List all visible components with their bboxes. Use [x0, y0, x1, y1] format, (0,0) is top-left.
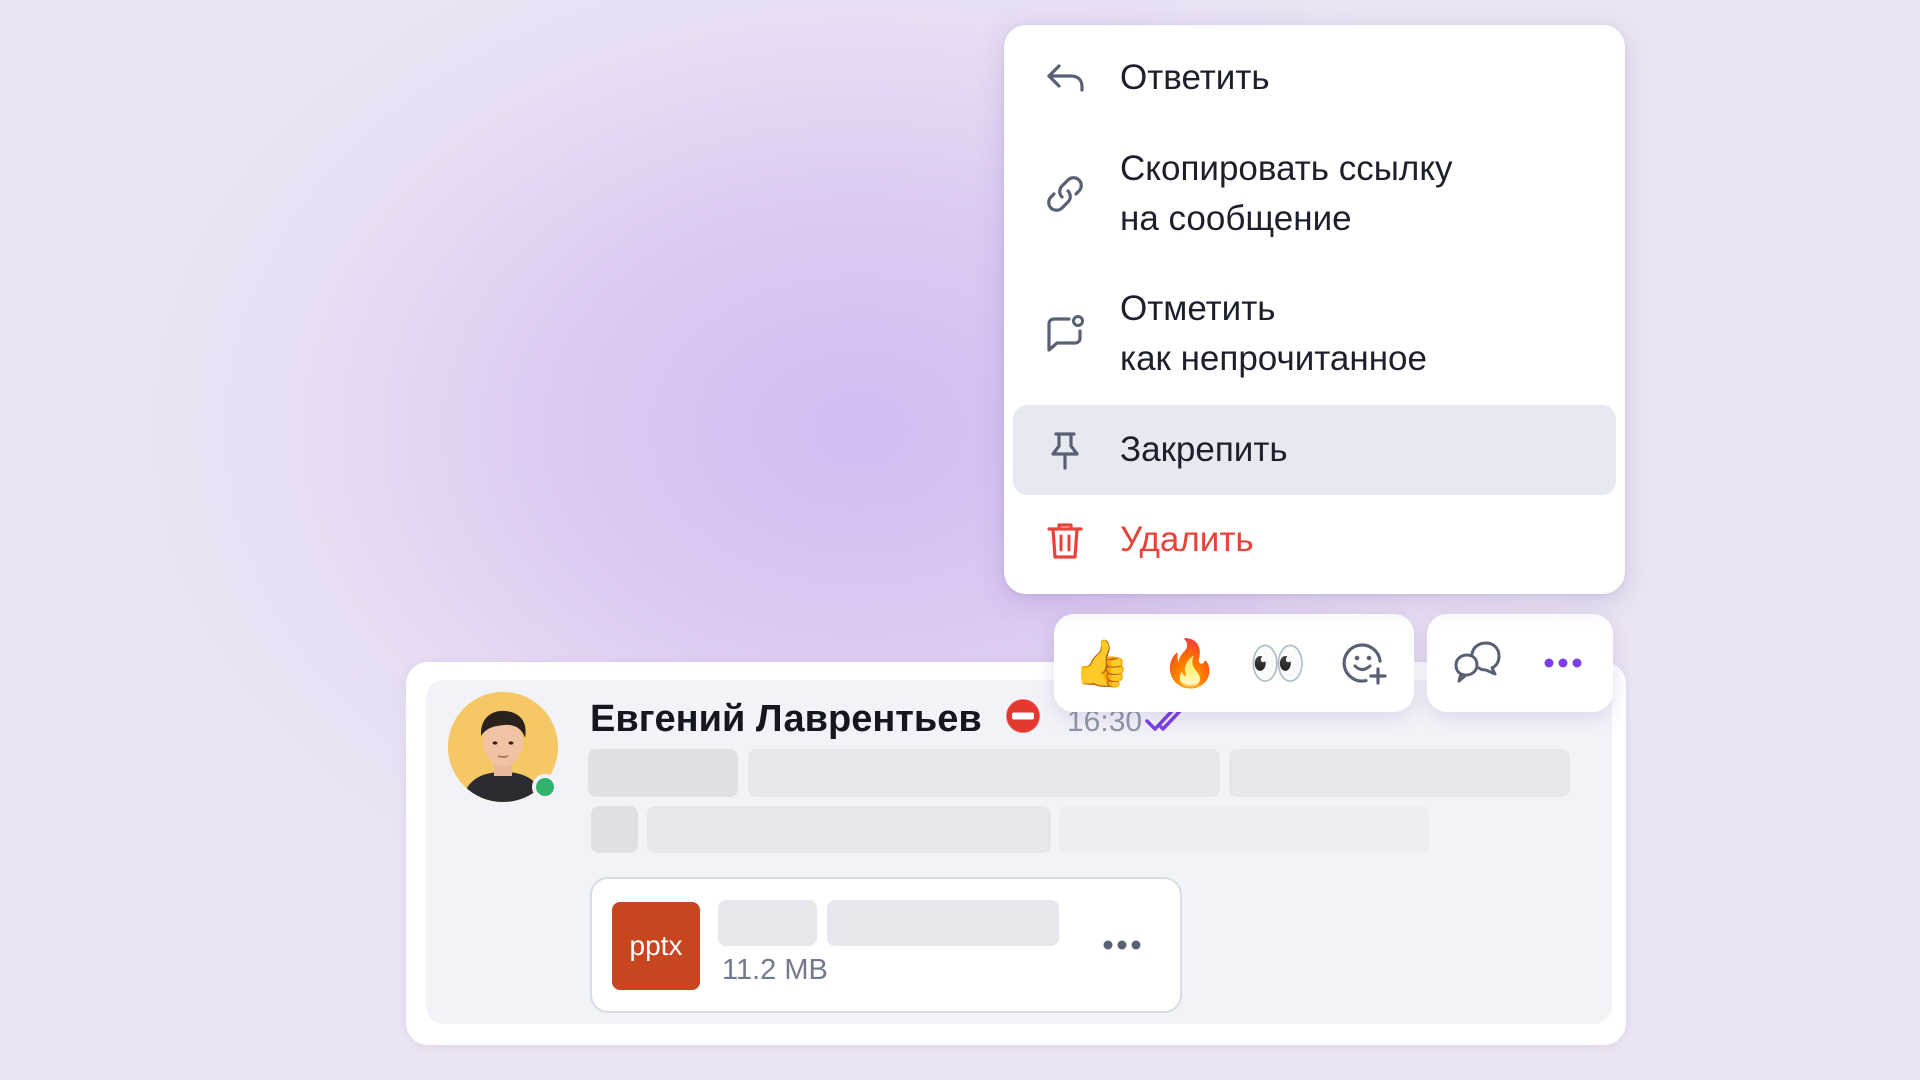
ellipsis-icon — [1544, 658, 1582, 668]
smiley-plus-icon — [1342, 643, 1387, 685]
text-placeholder — [1059, 806, 1429, 853]
file-name-placeholder — [827, 900, 1059, 946]
attachment-more-button[interactable] — [1100, 930, 1144, 960]
eyes-icon: 👀 — [1249, 635, 1307, 690]
menu-item-copy-link[interactable]: Скопировать ссылку на сообщение — [1013, 135, 1616, 253]
file-size: 11.2 MB — [722, 954, 828, 986]
ellipsis-icon — [1103, 940, 1141, 950]
menu-item-delete[interactable]: Удалить — [1013, 499, 1616, 581]
message-context-menu: Ответить Скопировать ссылку на сообщение… — [1004, 25, 1625, 594]
menu-item-copy-link-label: Скопировать ссылку на сообщение — [1120, 149, 1453, 238]
reply-arrow-icon — [1043, 56, 1087, 100]
chat-bubble-dot-icon — [1043, 312, 1087, 356]
file-type-badge: pptx — [612, 902, 700, 990]
menu-item-pin-label: Закрепить — [1120, 430, 1288, 469]
reply-in-thread-button[interactable] — [1437, 614, 1517, 712]
text-placeholder — [748, 749, 1220, 797]
reaction-toolbar: 👍 🔥 👀 — [1054, 614, 1414, 712]
fire-icon: 🔥 — [1161, 635, 1219, 690]
do-not-disturb-icon — [1005, 698, 1041, 734]
text-placeholder — [591, 806, 638, 853]
thumbs-up-icon: 👍 — [1073, 635, 1131, 690]
pin-icon — [1043, 428, 1087, 472]
trash-icon — [1043, 518, 1087, 562]
link-icon — [1043, 172, 1087, 216]
menu-item-reply[interactable]: Ответить — [1013, 39, 1616, 117]
menu-item-mark-unread-label: Отметить как непрочитанное — [1120, 289, 1427, 378]
text-placeholder — [647, 806, 1051, 853]
online-status-dot — [532, 774, 558, 800]
text-placeholder — [1229, 749, 1570, 797]
text-placeholder — [588, 749, 738, 797]
menu-item-reply-label: Ответить — [1120, 58, 1270, 97]
reaction-fire-button[interactable]: 🔥 — [1150, 614, 1230, 712]
menu-item-delete-label: Удалить — [1120, 520, 1254, 559]
reaction-thumbs-up-button[interactable]: 👍 — [1062, 614, 1142, 712]
message-actions-toolbar — [1427, 614, 1613, 712]
menu-item-mark-unread[interactable]: Отметить как непрочитанное — [1013, 275, 1616, 393]
more-actions-button[interactable] — [1523, 614, 1603, 712]
message-author[interactable]: Евгений Лаврентьев — [590, 691, 982, 747]
add-reaction-button[interactable] — [1324, 614, 1404, 712]
reaction-eyes-button[interactable]: 👀 — [1238, 614, 1318, 712]
speech-bubbles-icon — [1454, 641, 1501, 683]
file-name-placeholder — [718, 900, 817, 946]
menu-item-pin[interactable]: Закрепить — [1013, 405, 1616, 495]
